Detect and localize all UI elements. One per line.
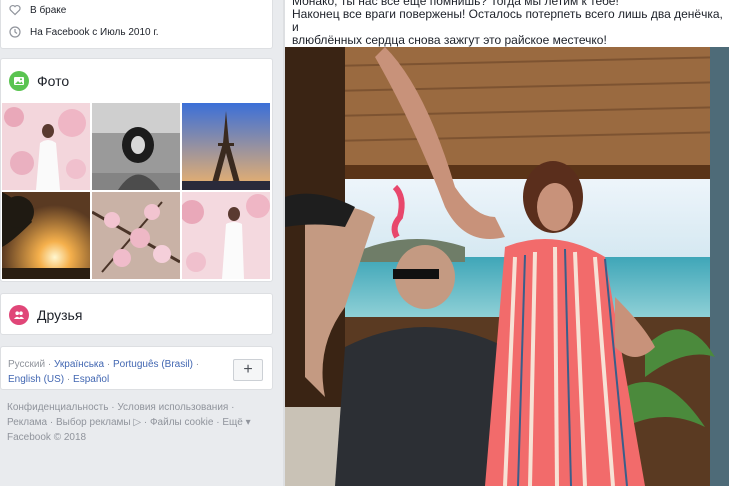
photo-thumb-blossom-branch[interactable]	[92, 192, 180, 279]
heart-icon	[9, 4, 21, 16]
language-portuguese[interactable]: Português (Brasil)	[113, 359, 193, 370]
joined-date: На Facebook с Июль 2010 г.	[30, 26, 159, 38]
post-photo[interactable]	[285, 47, 729, 486]
post-text-line-3: влюблённых сердца снова зажгут это райск…	[292, 33, 607, 47]
photo-thumb-blossom-woman-2[interactable]	[182, 192, 270, 279]
clock-icon	[9, 26, 21, 38]
footer: Конфиденциальность · Условия использован…	[7, 402, 251, 443]
footer-copyright: Facebook © 2018	[7, 432, 87, 443]
language-spanish[interactable]: Español	[73, 374, 109, 385]
language-list: Русский · Українська · Português (Brasil…	[8, 359, 200, 385]
post-text: Монако, ты нас всё ещё помнишь? Тогда мы…	[292, 0, 729, 47]
photo-grid	[2, 103, 270, 279]
post-text-line-2: Наконец все враги повержены! Осталось по…	[292, 7, 723, 34]
footer-adchoices-link[interactable]: Выбор рекламы	[56, 417, 131, 428]
add-language-button[interactable]: +	[233, 359, 263, 381]
footer-terms-link[interactable]: Условия использования	[117, 402, 228, 413]
photos-header[interactable]: Фото	[9, 71, 69, 91]
intro-joined-row: На Facebook с Июль 2010 г.	[9, 26, 159, 38]
more-caret-icon: ▾	[245, 417, 251, 428]
post: Монако, ты нас всё ещё помнишь? Тогда мы…	[285, 0, 729, 486]
photo-icon	[9, 71, 29, 91]
photo-thumb-blossom-woman[interactable]	[2, 103, 90, 190]
photo-thumb-eiffel-tower[interactable]	[182, 103, 270, 190]
photos-card: Фото	[0, 58, 273, 282]
marital-status: В браке	[30, 4, 67, 16]
photos-title: Фото	[37, 73, 70, 89]
language-english[interactable]: English (US)	[8, 374, 64, 385]
intro-marital-row: В браке	[9, 4, 66, 16]
language-ukrainian[interactable]: Українська	[54, 359, 104, 370]
friends-card: Друзья	[0, 293, 273, 335]
language-current: Русский	[8, 359, 46, 370]
footer-cookies-link[interactable]: Файлы cookie	[150, 417, 213, 428]
adchoices-icon: ▷	[133, 417, 142, 428]
intro-card: В браке На Facebook с Июль 2010 г.	[0, 0, 273, 49]
footer-ads-link[interactable]: Реклама	[7, 417, 47, 428]
friends-title: Друзья	[37, 307, 83, 323]
photo-thumb-bw-portrait[interactable]	[92, 103, 180, 190]
friends-header[interactable]: Друзья	[9, 305, 82, 325]
languages-card: Русский · Українська · Português (Brasil…	[0, 346, 273, 390]
photo-thumb-sunset[interactable]	[2, 192, 90, 279]
friends-icon	[9, 305, 29, 325]
footer-privacy-link[interactable]: Конфиденциальность	[7, 402, 108, 413]
footer-more-link[interactable]: Ещё	[222, 417, 242, 428]
